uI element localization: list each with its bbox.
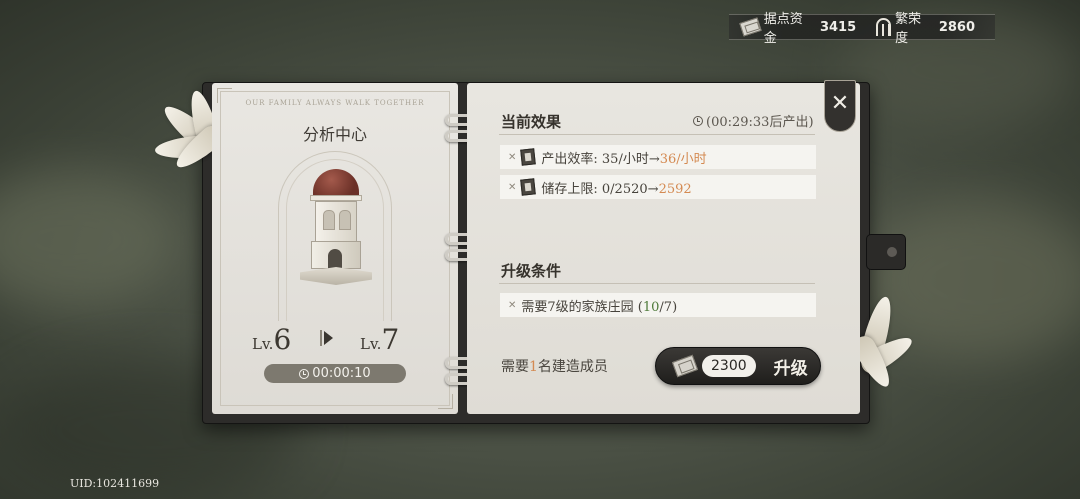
upgrade-details-page: 当前效果 (00:29:33后产出) ✕ 产出效率: 35/小时→36/小时 ✕… <box>467 83 860 414</box>
user-id: UID:102411699 <box>70 477 160 490</box>
funds-label: 据点资金 <box>763 12 803 46</box>
family-motto: OUR FAMILY ALWAYS WALK TOGETHER <box>245 99 425 107</box>
bullet-icon: ✕ <box>508 151 517 163</box>
arch-icon <box>876 18 892 36</box>
money-icon <box>739 17 762 37</box>
upgrade-time-value: 00:00:10 <box>312 366 371 381</box>
divider <box>499 283 815 284</box>
funds-value: 3415 <box>819 19 857 35</box>
current-effect-title: 当前效果 <box>501 113 562 131</box>
building-name: 分析中心 <box>302 125 367 144</box>
production-countdown: (00:29:33后产出) <box>693 111 814 130</box>
resource-bar: 据点资金 3415 繁荣度 2860 <box>729 12 995 46</box>
money-icon <box>671 354 699 378</box>
divider <box>499 134 815 135</box>
close-button[interactable]: ✕ <box>824 80 856 132</box>
upgrade-label: 升级 <box>773 358 808 379</box>
level-change: Lv.6 Lv.7 <box>212 323 458 356</box>
level-arrow-bar <box>320 330 322 346</box>
clock-icon <box>299 368 310 379</box>
upgrade-cost: 2300 <box>702 355 756 377</box>
document-icon <box>520 178 537 196</box>
prosperity-value: 2860 <box>938 19 975 35</box>
bullet-icon: ✕ <box>508 299 517 311</box>
upgrade-conditions-title: 升级条件 <box>501 262 562 280</box>
next-level: Lv.7 <box>360 323 400 356</box>
book-clasp <box>866 234 906 270</box>
prosperity-label: 繁荣度 <box>895 12 922 46</box>
play-arrow-icon <box>324 331 333 345</box>
current-level: Lv.6 <box>252 323 292 356</box>
effect-row-output: ✕ 产出效率: 35/小时→36/小时 <box>500 145 816 169</box>
builder-requirement: 需要1名建造成员 <box>501 359 608 375</box>
prosperity-resource: 繁荣度 2860 <box>876 8 975 46</box>
effect-row-storage: ✕ 储存上限: 0/2520→2592 <box>500 175 816 199</box>
clock-icon <box>693 115 703 126</box>
close-icon: ✕ <box>830 91 850 116</box>
funds-resource: 据点资金 3415 <box>739 8 857 46</box>
upgrade-time: 00:00:10 <box>264 364 406 383</box>
document-icon <box>520 148 537 166</box>
condition-row: ✕ 需要7级的家族庄园 (10/7) <box>500 293 816 317</box>
building-info-page: OUR FAMILY ALWAYS WALK TOGETHER 分析中心 Lv.… <box>212 83 458 414</box>
upgrade-button[interactable]: 2300 升级 <box>655 347 821 385</box>
bullet-icon: ✕ <box>508 181 517 193</box>
building-illustration <box>296 169 376 287</box>
